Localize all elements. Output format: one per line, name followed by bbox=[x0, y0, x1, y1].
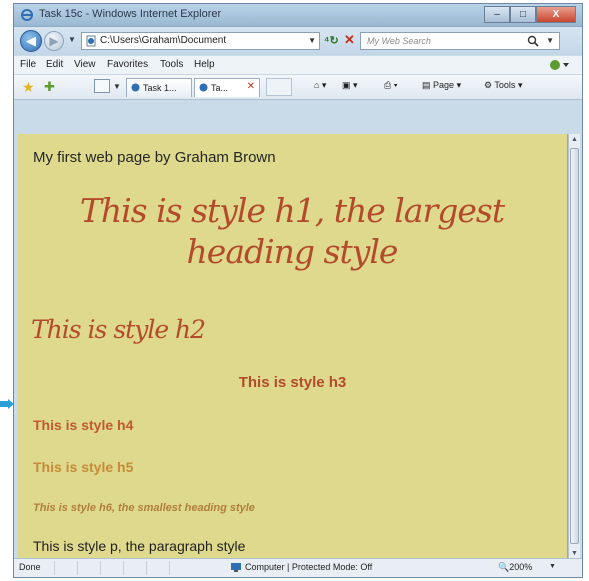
back-arrow-icon: ◀ bbox=[26, 33, 36, 48]
status-divider bbox=[77, 561, 78, 575]
scroll-thumb[interactable] bbox=[570, 148, 579, 544]
search-placeholder: My Web Search bbox=[367, 36, 431, 46]
status-divider bbox=[54, 561, 55, 575]
title-bar: Task 15c - Windows Internet Explorer – □… bbox=[14, 4, 582, 27]
forward-button[interactable]: ▶ bbox=[44, 31, 64, 51]
tab-label: Task 1... bbox=[143, 83, 177, 93]
close-button[interactable]: X bbox=[536, 6, 576, 23]
menu-tools[interactable]: Tools bbox=[160, 59, 183, 70]
browser-window: Task 15c - Windows Internet Explorer – □… bbox=[13, 3, 583, 578]
back-button[interactable]: ◀ bbox=[20, 30, 42, 52]
page-menu-label: Page bbox=[433, 80, 455, 90]
recent-pages-dropdown[interactable]: ▼ bbox=[68, 35, 76, 44]
heading-h4: This is style h4 bbox=[33, 417, 134, 433]
menu-view[interactable]: View bbox=[74, 59, 96, 70]
status-text: Done bbox=[19, 562, 41, 572]
tab-current[interactable]: Ta... ✕ bbox=[194, 78, 260, 97]
command-bar: ★ ✚ ▼ Task 1... Ta... ✕ ⌂ ▾ ▣ ▾ ⎙ ▾ ▤ Pa… bbox=[14, 75, 582, 100]
vertical-scrollbar[interactable]: ▲ ▼ bbox=[568, 134, 580, 560]
favorites-star-icon[interactable]: ★ bbox=[22, 79, 35, 96]
menu-edit[interactable]: Edit bbox=[46, 59, 63, 70]
zoom-level[interactable]: 🔍200% bbox=[498, 562, 532, 573]
tab-task-1[interactable]: Task 1... bbox=[126, 78, 192, 97]
heading-h2: This is style h2 bbox=[31, 315, 206, 344]
tab-label: Ta... bbox=[211, 83, 229, 93]
minimize-button[interactable]: – bbox=[484, 6, 510, 23]
heading-h5: This is style h5 bbox=[33, 459, 134, 475]
computer-zone-icon bbox=[231, 563, 241, 572]
maximize-button[interactable]: □ bbox=[510, 6, 536, 23]
search-magnifier-icon[interactable] bbox=[527, 35, 539, 47]
home-icon[interactable]: ⌂ ▾ bbox=[314, 80, 326, 91]
zoom-value: 200% bbox=[509, 562, 533, 572]
page-intro-text: My first web page by Graham Brown bbox=[33, 149, 276, 166]
window-controls: – □ X bbox=[484, 6, 576, 23]
menu-bar: File Edit View Favorites Tools Help bbox=[14, 56, 582, 75]
tab-list-dropdown[interactable]: ▼ bbox=[113, 82, 121, 91]
print-icon[interactable]: ⎙ ▾ bbox=[384, 80, 397, 91]
search-options-dropdown[interactable]: ▼ bbox=[546, 36, 554, 45]
screenshot-stage: Task 15c - Windows Internet Explorer – □… bbox=[0, 0, 589, 581]
new-tab-button[interactable] bbox=[266, 78, 292, 96]
gear-icon: ⚙ bbox=[484, 80, 493, 90]
stop-icon[interactable]: ✕ bbox=[344, 32, 355, 48]
close-tab-icon[interactable]: ✕ bbox=[247, 81, 255, 92]
status-divider bbox=[146, 561, 147, 575]
status-panels bbox=[54, 561, 214, 575]
menu-favorites[interactable]: Favorites bbox=[107, 59, 148, 70]
tools-menu-label: Tools bbox=[494, 80, 516, 90]
callout-arrow-icon bbox=[0, 399, 14, 409]
tab-page-icon bbox=[131, 83, 140, 92]
feeds-icon[interactable]: ▣ ▾ bbox=[342, 80, 358, 91]
status-divider bbox=[169, 561, 170, 575]
address-dropdown-icon[interactable]: ▼ bbox=[308, 36, 316, 45]
address-url: C:\Users\Graham\Document bbox=[100, 35, 227, 46]
status-bar: Done Computer | Protected Mode: Off 🔍200… bbox=[14, 558, 582, 577]
heading-h3: This is style h3 bbox=[238, 374, 347, 391]
page-viewport: My first web page by Graham Brown This i… bbox=[18, 134, 568, 560]
forward-arrow-icon: ▶ bbox=[49, 34, 59, 48]
tab-page-icon bbox=[199, 83, 208, 92]
address-input[interactable]: C:\Users\Graham\Document ▼ bbox=[81, 32, 320, 50]
add-favorites-icon[interactable]: ✚ bbox=[44, 79, 55, 95]
scroll-up-icon[interactable]: ▲ bbox=[569, 134, 580, 146]
tools-menu-button[interactable]: ⚙ Tools ▾ bbox=[484, 80, 522, 91]
page-body: My first web page by Graham Brown This i… bbox=[18, 134, 567, 560]
paragraph-text: This is style p, the paragraph style bbox=[33, 538, 246, 554]
security-zone-text[interactable]: Computer | Protected Mode: Off bbox=[245, 562, 372, 572]
refresh-icon[interactable]: ⁴↻ bbox=[324, 34, 339, 47]
status-divider bbox=[123, 561, 124, 575]
address-toolbar: ◀ ▶ ▼ C:\Users\Graham\Document ▼ ⁴↻ ✕ My… bbox=[14, 27, 582, 55]
heading-h1: This is style h1, the largest heading st… bbox=[79, 191, 505, 271]
page-icon bbox=[86, 35, 96, 47]
page-icon: ▤ bbox=[422, 80, 431, 90]
window-title: Task 15c - Windows Internet Explorer bbox=[39, 8, 222, 20]
status-divider bbox=[100, 561, 101, 575]
heading-h6: This is style h6, the smallest heading s… bbox=[33, 502, 255, 514]
menu-file[interactable]: File bbox=[20, 59, 36, 70]
toolbar-addon-icon[interactable] bbox=[548, 58, 570, 72]
zoom-dropdown-icon[interactable]: ▼ bbox=[549, 563, 556, 570]
page-menu-button[interactable]: ▤ Page ▾ bbox=[422, 80, 461, 91]
quick-tabs-button[interactable] bbox=[94, 79, 110, 93]
menu-help[interactable]: Help bbox=[194, 59, 215, 70]
search-input[interactable]: My Web Search ▼ bbox=[360, 32, 560, 50]
ie-logo-icon bbox=[21, 9, 33, 21]
